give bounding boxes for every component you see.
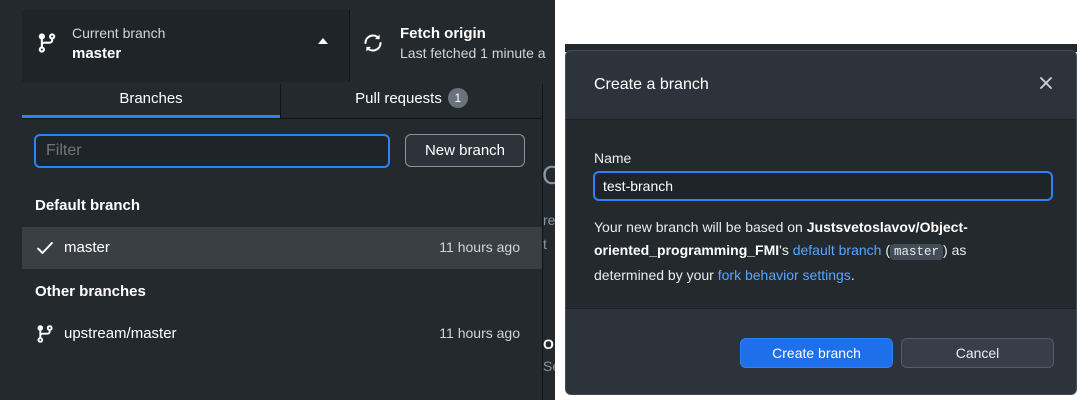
git-branch-icon: [38, 33, 56, 53]
name-label: Name: [594, 150, 632, 166]
dialog-body: Name Your new branch will be based on Ju…: [566, 120, 1076, 309]
app-window: Current branch master Fetch origin Last …: [0, 0, 555, 400]
background-text-fragment: C: [542, 160, 555, 190]
create-branch-button[interactable]: Create branch: [740, 338, 893, 368]
branch-row-master[interactable]: master 11 hours ago: [22, 227, 542, 269]
current-branch-value: master: [72, 45, 122, 62]
background-text-fragment: re: [543, 212, 555, 228]
default-branch-link[interactable]: default branch: [793, 242, 882, 258]
close-icon[interactable]: [1036, 73, 1056, 93]
create-branch-dialog: Create a branch Name Your new branch wil…: [565, 50, 1077, 395]
other-branches-header: Other branches: [35, 283, 146, 300]
git-branch-icon: [37, 325, 53, 343]
caret-up-icon: [318, 38, 328, 44]
desc-prefix: Your new branch will be based on: [594, 219, 807, 235]
new-branch-button[interactable]: New branch: [405, 134, 525, 167]
branch-name-input[interactable]: [593, 171, 1053, 201]
tab-pull-requests-label: Pull requests: [355, 90, 442, 107]
tab-branches-label: Branches: [119, 90, 183, 107]
dialog-header: Create a branch: [566, 51, 1076, 120]
branch-time: 11 hours ago: [439, 239, 520, 255]
desc-possessive: 's: [779, 242, 793, 258]
default-branch-header: Default branch: [35, 197, 141, 214]
last-fetched-status: Last fetched 1 minute a: [400, 45, 546, 61]
fetch-origin-label: Fetch origin: [400, 25, 486, 42]
branch-name: master: [64, 239, 110, 256]
branch-description: Your new branch will be based on Justsve…: [594, 216, 1034, 287]
toolbar: Current branch master Fetch origin Last …: [0, 0, 555, 84]
pull-requests-count-badge: 1: [447, 88, 468, 108]
background-text-fragment: Se: [543, 358, 555, 374]
desc-end: .: [850, 267, 855, 283]
cancel-button[interactable]: Cancel: [901, 338, 1054, 368]
background-text-fragment: t: [543, 236, 547, 252]
branch-code: master: [890, 244, 944, 260]
current-branch-selector[interactable]: Current branch master: [22, 10, 350, 82]
branch-time: 11 hours ago: [439, 325, 520, 341]
filter-input[interactable]: [34, 134, 390, 168]
branch-name: upstream/master: [64, 325, 177, 342]
sync-icon: [364, 34, 382, 52]
fetch-origin-button[interactable]: Fetch origin Last fetched 1 minute a: [350, 10, 555, 82]
background-text-fragment: O: [543, 336, 554, 352]
tab-branches[interactable]: Branches: [22, 84, 280, 118]
current-branch-label: Current branch: [72, 25, 166, 41]
paren-open: (: [881, 242, 890, 258]
check-icon: [37, 242, 53, 254]
fork-behavior-link[interactable]: fork behavior settings: [718, 267, 851, 283]
branches-panel: Branches Pull requests 1 New branch Defau…: [22, 84, 543, 400]
dialog-title: Create a branch: [594, 76, 709, 93]
tab-pull-requests[interactable]: Pull requests 1: [280, 84, 542, 118]
dialog-footer: Create branch Cancel: [566, 309, 1076, 394]
tab-bar: Branches Pull requests 1: [22, 84, 542, 119]
branch-row-upstream-master[interactable]: upstream/master 11 hours ago: [22, 313, 542, 355]
